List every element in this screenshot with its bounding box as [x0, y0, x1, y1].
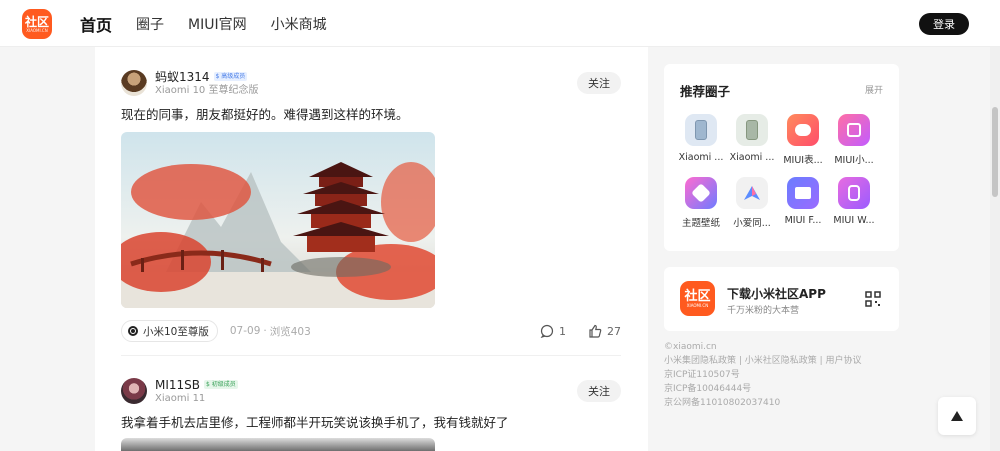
circle-item[interactable]: MIUI小...: [831, 114, 877, 166]
author-row: 蚂蚁1314 $ 高级成员 Xiaomi 10 至尊纪念版: [121, 69, 621, 97]
page-scrollbar[interactable]: [990, 47, 1000, 451]
post-meta: 小米10至尊版 07-09 · 浏览403 1 27: [121, 320, 621, 342]
triangle-up-icon: [951, 411, 963, 421]
like-button[interactable]: 27: [588, 324, 621, 338]
follow-button[interactable]: 关注: [577, 380, 621, 402]
login-button[interactable]: 登录: [919, 13, 969, 35]
author-device: Xiaomi 11: [155, 392, 206, 404]
circle-item[interactable]: MIUI F...: [780, 177, 826, 226]
app-subtitle: 千万米粉的大本营: [727, 306, 800, 316]
miui-watch-icon: [838, 177, 870, 209]
app-download-card[interactable]: 社区 XIAOMI.CN 下载小米社区APP 千万米粉的大本营: [664, 267, 899, 331]
comment-icon: [540, 324, 554, 338]
police-record: 京公网备11010802037410: [664, 398, 781, 408]
avatar[interactable]: [121, 70, 147, 96]
view-count: 浏览403: [269, 325, 311, 338]
theme-icon: [685, 177, 717, 209]
expand-link[interactable]: 展开: [865, 83, 883, 96]
sidebar-footer: ©xiaomi.cn 小米集团隐私政策 | 小米社区隐私政策 | 用户协议 京I…: [664, 340, 904, 410]
miui-widget-icon: [838, 114, 870, 146]
author-device: Xiaomi 10 至尊纪念版: [155, 84, 259, 96]
policy-links[interactable]: 小米集团隐私政策 | 小米社区隐私政策 | 用户协议: [664, 354, 904, 368]
author-name-text[interactable]: 蚂蚁1314: [155, 70, 210, 84]
author-name[interactable]: 蚂蚁1314 $ 高级成员: [155, 70, 258, 84]
xiaoai-icon: [736, 177, 768, 209]
author-info: MI11SB $ 初级成员 Xiaomi 11: [155, 378, 238, 405]
circle-item[interactable]: Xiaomi ...: [729, 114, 775, 163]
post-actions: 1 27: [518, 320, 621, 342]
community-logo[interactable]: 社区 XIAOMI.CN: [22, 9, 52, 39]
post-divider: [121, 355, 621, 356]
post-feed: 蚂蚁1314 $ 高级成员 Xiaomi 10 至尊纪念版 关注 现在的同事，朋…: [95, 47, 648, 451]
main-nav: 首页 圈子 MIUI官网 小米商城: [80, 0, 351, 47]
app-logo-subtext: XIAOMI.CN: [686, 302, 709, 308]
topic-tag[interactable]: 小米10至尊版: [121, 320, 218, 342]
circle-label: MIUI表...: [783, 155, 823, 166]
author-row: MI11SB $ 初级成员 Xiaomi 11: [121, 377, 621, 405]
member-badge: $ 初级成员: [204, 380, 238, 389]
post-image[interactable]: [121, 132, 435, 308]
post-card[interactable]: 蚂蚁1314 $ 高级成员 Xiaomi 10 至尊纪念版 关注 现在的同事，朋…: [121, 69, 621, 342]
logo-text: 社区: [24, 14, 49, 29]
circle-item[interactable]: 小爱同...: [729, 177, 775, 229]
app-title: 下载小米社区APP: [727, 287, 826, 301]
scrollbar-thumb[interactable]: [992, 107, 998, 197]
miui-folder-icon: [787, 177, 819, 209]
circle-label: MIUI F...: [784, 215, 822, 226]
post-image[interactable]: [121, 438, 435, 451]
nav-circles[interactable]: 圈子: [136, 14, 164, 34]
recommended-title: 推荐圈子: [680, 84, 731, 99]
app-logo-text: 社区: [684, 288, 711, 304]
author-info: 蚂蚁1314 $ 高级成员 Xiaomi 10 至尊纪念版: [155, 70, 258, 97]
circle-item[interactable]: Xiaomi ...: [678, 114, 724, 163]
circle-label: 小爱同...: [733, 218, 771, 229]
app-logo: 社区 XIAOMI.CN: [680, 281, 715, 316]
comment-button[interactable]: 1: [540, 324, 566, 338]
circle-label: MIUI小...: [834, 155, 874, 166]
nav-miui[interactable]: MIUI官网: [188, 14, 247, 34]
meta-separator: ·: [263, 325, 267, 337]
top-navbar: 社区 XIAOMI.CN 首页 圈子 MIUI官网 小米商城 登录: [0, 0, 1000, 47]
copyright: ©xiaomi.cn: [664, 342, 717, 352]
post-text[interactable]: 我拿着手机去店里修，工程师都半开玩笑说该换手机了，我有钱就好了: [121, 415, 621, 431]
circle-item[interactable]: 主题壁纸: [678, 177, 724, 229]
thumbs-up-icon: [589, 324, 602, 338]
follow-button[interactable]: 关注: [577, 72, 621, 94]
post-date: 07-09: [229, 325, 261, 337]
circle-label: 主题壁纸: [681, 218, 720, 229]
miui-chat-icon: [787, 114, 819, 146]
author-name-text[interactable]: MI11SB: [155, 378, 200, 392]
circle-item[interactable]: MIUI W...: [831, 177, 877, 226]
icp-license: 京ICP证110507号: [664, 370, 740, 380]
qr-code-icon[interactable]: [865, 291, 881, 307]
logo-subtext: XIAOMI.CN: [26, 27, 48, 33]
icp-record: 京ICP备10046444号: [664, 384, 752, 394]
avatar[interactable]: [121, 378, 147, 404]
like-count: 27: [607, 324, 621, 338]
topic-icon: [128, 326, 138, 336]
author-name[interactable]: MI11SB $ 初级成员: [155, 378, 238, 392]
phone-green-icon: [736, 114, 768, 146]
circle-label: Xiaomi ...: [678, 152, 724, 163]
back-to-top-button[interactable]: [938, 397, 976, 435]
comment-count: 1: [559, 324, 566, 338]
nav-home[interactable]: 首页: [80, 12, 112, 36]
post-text[interactable]: 现在的同事，朋友都挺好的。难得遇到这样的环境。: [121, 107, 621, 123]
nav-mall[interactable]: 小米商城: [271, 14, 327, 34]
circle-item[interactable]: MIUI表...: [780, 114, 826, 166]
phone-blue-icon: [685, 114, 717, 146]
post-card[interactable]: MI11SB $ 初级成员 Xiaomi 11 关注 我拿着手机去店里修，工程师…: [121, 377, 621, 451]
topic-label: 小米10至尊版: [143, 325, 209, 338]
member-badge: $ 高级成员: [213, 72, 248, 81]
recommended-circles-card: 推荐圈子 展开 Xiaomi ... Xiaomi ... MIUI表... M…: [664, 64, 899, 251]
circle-label: MIUI W...: [833, 215, 875, 226]
circle-label: Xiaomi ...: [729, 152, 775, 163]
